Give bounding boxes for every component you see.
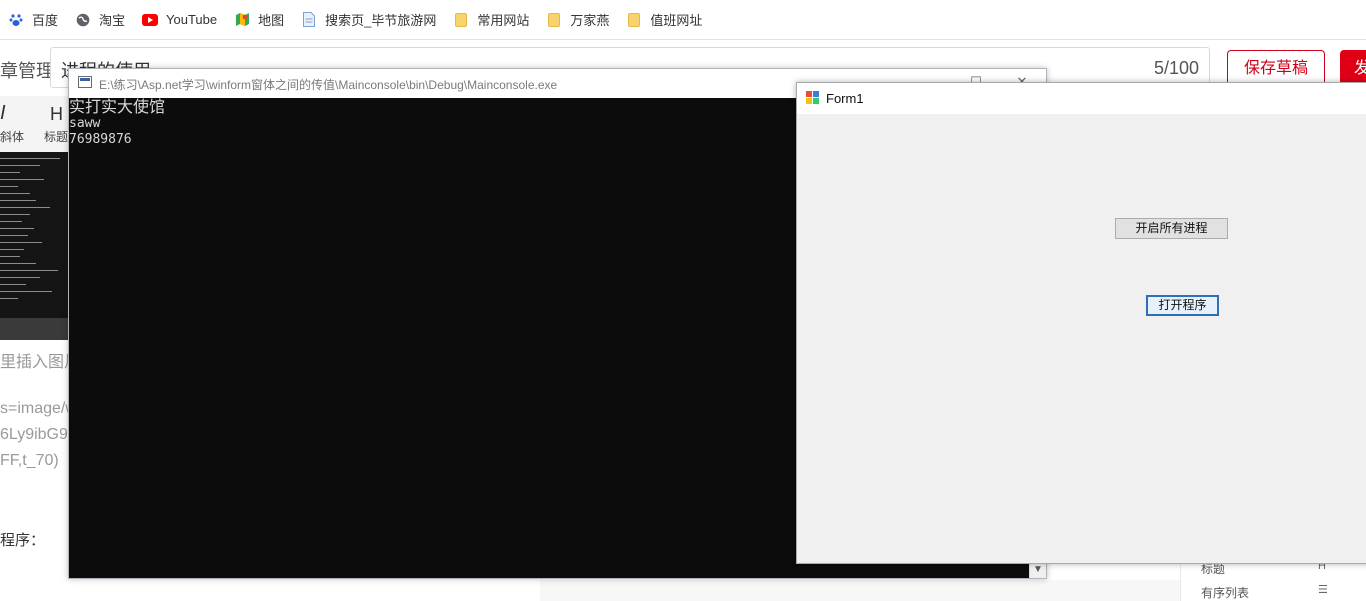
editor-toolbar: I H 斜体 标题 (0, 96, 68, 152)
scroll-down-icon[interactable]: ▼ (1032, 564, 1044, 576)
console-title: E:\练习\Asp.net学习\winform窗体之间的传值\Mainconso… (99, 78, 558, 92)
form-app-icon (806, 91, 820, 104)
bookmark-maps[interactable]: 地图 (234, 10, 284, 29)
help-item-ordered-list: 有序列表 (1201, 586, 1250, 600)
bookmark-label: 地图 (258, 13, 285, 28)
heading-icon[interactable]: H (50, 104, 63, 125)
bookmark-folder-wanjiayan[interactable]: 万家燕 (546, 10, 609, 29)
markdown-text-line: FF,t_70) (0, 452, 59, 469)
italic-label: 斜体 (0, 130, 25, 144)
bookmark-youtube[interactable]: YouTube (142, 12, 217, 28)
markdown-text-line: s=image/w (0, 400, 77, 417)
bookmark-label: 搜索页_毕节旅游网 (325, 13, 437, 28)
bookmarks-bar: 百度 淘宝 YouTube 地图 搜索页_毕节旅游网 常用网站 万家燕 值班网址 (0, 0, 1366, 40)
heading-label: 标题 (44, 130, 69, 144)
form1-title: Form1 (826, 91, 864, 106)
bookmark-folder-common[interactable]: 常用网站 (453, 10, 529, 29)
bookmark-baidu[interactable]: 百度 (8, 10, 58, 29)
bookmark-label: 值班网址 (650, 13, 703, 28)
baidu-paw-icon (8, 12, 24, 28)
bookmark-folder-duty[interactable]: 值班网址 (626, 10, 702, 29)
bookmark-travel-search[interactable]: 搜索页_毕节旅游网 (301, 10, 436, 29)
title-char-count: 5/100 (1153, 58, 1199, 78)
ordered-list-icon: ☰ (1318, 584, 1328, 596)
youtube-icon (142, 12, 159, 28)
form1-titlebar[interactable]: Form1 (797, 83, 1366, 114)
bookmark-label: 万家燕 (570, 13, 610, 28)
folder-icon (626, 12, 642, 28)
folder-icon (546, 12, 562, 28)
open-program-button[interactable]: 打开程序 (1146, 295, 1219, 316)
folder-icon (453, 12, 469, 28)
preview-area (540, 580, 1180, 601)
bookmark-taobao[interactable]: 淘宝 (75, 10, 125, 29)
maps-icon (234, 12, 250, 28)
page-icon (301, 12, 317, 28)
syntax-help-panel: 标题 H 有序列表 ☰ (1180, 560, 1366, 601)
globe-icon (75, 12, 91, 28)
bookmark-label: 百度 (32, 13, 59, 28)
bookmark-label: 常用网站 (477, 13, 530, 28)
bookmark-label: 淘宝 (99, 13, 126, 28)
markdown-text-line: 6Ly9ibG9 (0, 426, 68, 443)
console-app-icon (78, 76, 92, 88)
markdown-text-line: 程序： (0, 532, 46, 549)
section-label: 章管理 (0, 61, 54, 81)
form1-window: Form1 开启所有进程 打开程序 (796, 82, 1366, 564)
embedded-screenshot-thumbnail (0, 152, 68, 340)
start-all-processes-button[interactable]: 开启所有进程 (1115, 218, 1228, 239)
italic-icon[interactable]: I (0, 102, 6, 125)
bookmark-label: YouTube (166, 12, 218, 27)
